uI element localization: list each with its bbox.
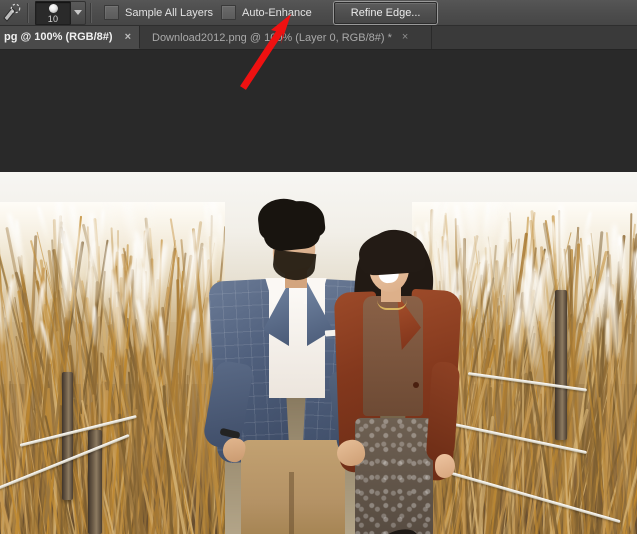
fence-post-right [555,290,567,440]
toolbar-divider-1 [27,2,29,23]
tab-document-2[interactable]: Download2012.png @ 100% (Layer 0, RGB/8#… [140,26,432,49]
auto-enhance-checkbox[interactable]: Auto-Enhance [221,5,312,20]
auto-enhance-label: Auto-Enhance [242,6,312,19]
tab-title: Download2012.png @ 100% (Layer 0, RGB/8#… [152,31,392,44]
brush-size-value: 10 [47,13,59,24]
chevron-down-icon [74,10,82,15]
tab-title: pg @ 100% (RGB/8#) * [4,31,115,43]
checkbox-box[interactable] [104,5,119,20]
woman-coat-button [413,382,419,388]
options-bar: 10 Sample All Layers Auto-Enhance Refine… [0,0,637,26]
tab-bar-empty-space [432,26,637,49]
woman-hair-front [357,229,427,277]
sample-all-layers-label: Sample All Layers [125,6,214,19]
tab-document-1[interactable]: pg @ 100% (RGB/8#) * × [0,26,140,49]
grass-plume [146,202,155,249]
document-tab-bar: pg @ 100% (RGB/8#) * × Download2012.png … [0,26,637,50]
quick-selection-tool-icon[interactable] [1,2,23,24]
woman-skirt [355,418,433,534]
brush-size-preview[interactable]: 10 [35,0,71,25]
brush-preset-picker-button[interactable] [71,0,86,25]
document-image[interactable]: DigitalEra.com.vn [0,172,637,534]
man-trouser-seam [289,472,294,534]
refine-edge-button[interactable]: Refine Edge... [333,1,438,24]
man-hair [260,201,322,253]
couple-subject [185,182,462,534]
checkbox-box[interactable] [221,5,237,20]
close-icon[interactable]: × [125,31,131,43]
woman-hand-right [435,454,455,478]
woman-top [363,296,423,416]
sample-all-layers-checkbox[interactable]: Sample All Layers [104,5,213,20]
close-icon[interactable]: × [402,32,408,43]
toolbar-divider-2 [90,2,92,23]
canvas-area[interactable]: DigitalEra.com.vn [0,50,637,534]
brush-tip-icon [49,3,58,13]
